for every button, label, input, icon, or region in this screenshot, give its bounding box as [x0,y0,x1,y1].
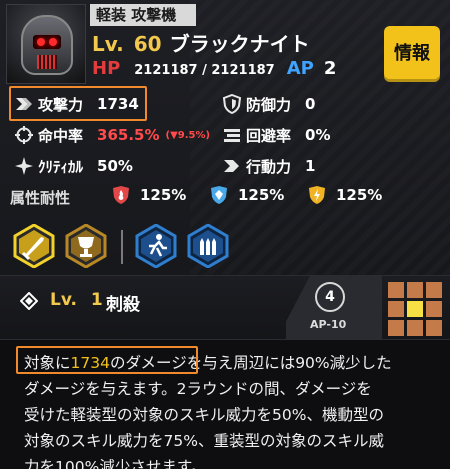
ice-shield-icon [211,186,227,204]
unit-type-tag: 軽装 攻撃機 [90,4,196,26]
evasion-value: 0% [305,126,331,144]
action-value: 1 [305,157,316,175]
critical-label: ｸﾘﾃｨｶﾙ [38,157,84,176]
description-line-5: 力を100%減少させます。 [24,458,207,469]
ice-resistance-value: 125% [238,186,285,204]
accuracy-delta: (▼9.5%) [165,129,211,141]
fire-resistance-value: 125% [140,186,187,204]
resistance-ice: 125% [210,185,284,205]
skill-level-label: Lv. [50,290,77,310]
action-chevron-icon [224,160,239,172]
skill-level-value: 1 [90,290,103,310]
critical-star-icon [15,157,33,175]
fire-shield-icon [113,186,129,204]
skill-row[interactable]: Lv. 1 刺殺 4 AP-10 [0,275,450,341]
unit-name: ブラックナイト [169,32,310,56]
accuracy-value: 365.5% [97,126,160,144]
attack-highlight-box [9,86,147,121]
missile-pods-icon[interactable] [186,224,230,268]
description-line-2: ダメージを与えます。2ラウンドの間、ダメージを [24,380,372,398]
ap-label: AP [286,58,314,79]
stat-critical: ｸﾘﾃｨｶﾙ 50% [14,154,133,178]
range-cell [426,320,442,336]
description-line-4: 対象のスキル威力を75%、重装型の対象のスキル威 [24,432,384,450]
action-label: 行動力 [246,157,292,176]
accuracy-label: 命中率 [38,126,84,145]
level-value: 60 [133,32,162,56]
skill-name: 刺殺 [106,295,140,315]
range-cell [388,320,404,336]
lightning-shield-icon [309,186,325,204]
ap-cost-label: AP-10 [310,318,347,331]
hp-label: HP [92,58,121,79]
range-cell [407,282,423,298]
diamond-icon [20,292,38,310]
defense-label: 防御力 [246,95,292,114]
range-cell [388,301,404,317]
trophy-skill-icon[interactable] [64,224,108,268]
description-line-3: 受けた軽装型の対象のスキル威力を50%、機動型の [24,406,384,424]
shield-icon [222,94,242,114]
mouth-grille [37,55,57,69]
critical-value: 50% [97,157,133,175]
ap-cost-circle: 4 [315,282,345,312]
hp-value: 2121187 / 2121187 [134,63,275,78]
skill-range-grid [388,282,442,336]
damage-highlight-box [16,346,198,374]
evasion-label: 回避率 [246,126,292,145]
range-cell [388,282,404,298]
resistance-electric: 125% [308,185,382,205]
crosshair-icon [15,126,33,144]
hp-ap-line: HP 2121187 / 2121187 AP 2 [92,58,336,79]
dash-runner-icon[interactable] [134,224,178,268]
skill-level: Lv. 1 [50,290,103,310]
sword-skill-icon[interactable] [12,224,56,268]
ap-value: 2 [323,58,337,79]
level-line: Lv. 60 ブラックナイト [92,28,310,56]
stat-evasion: 回避率 0% [222,123,330,147]
eye-light-right [49,38,57,46]
resistance-label: 属性耐性 [10,189,71,207]
unit-portrait[interactable] [6,4,86,84]
unit-status-panel: 軽装 攻撃機 Lv. 60 ブラックナイト HP 2121187 / 21211… [0,0,450,275]
evasion-icon [224,129,240,142]
electric-resistance-value: 125% [336,186,383,204]
level-label: Lv. [92,32,124,56]
range-cell-target [407,301,423,317]
defense-value: 0 [305,95,316,113]
eye-light-left [37,38,45,46]
range-cell [426,301,442,317]
range-cell [407,320,423,336]
range-cell [426,282,442,298]
stat-defense: 防御力 0 [222,92,315,116]
icon-separator [121,230,123,264]
info-button[interactable]: 情報 [384,26,440,82]
resistance-fire: 125% [112,185,186,205]
stat-action: 行動力 1 [222,154,315,178]
skill-icon-bar [0,222,450,274]
stat-accuracy: 命中率 365.5% (▼9.5%) [14,123,210,147]
